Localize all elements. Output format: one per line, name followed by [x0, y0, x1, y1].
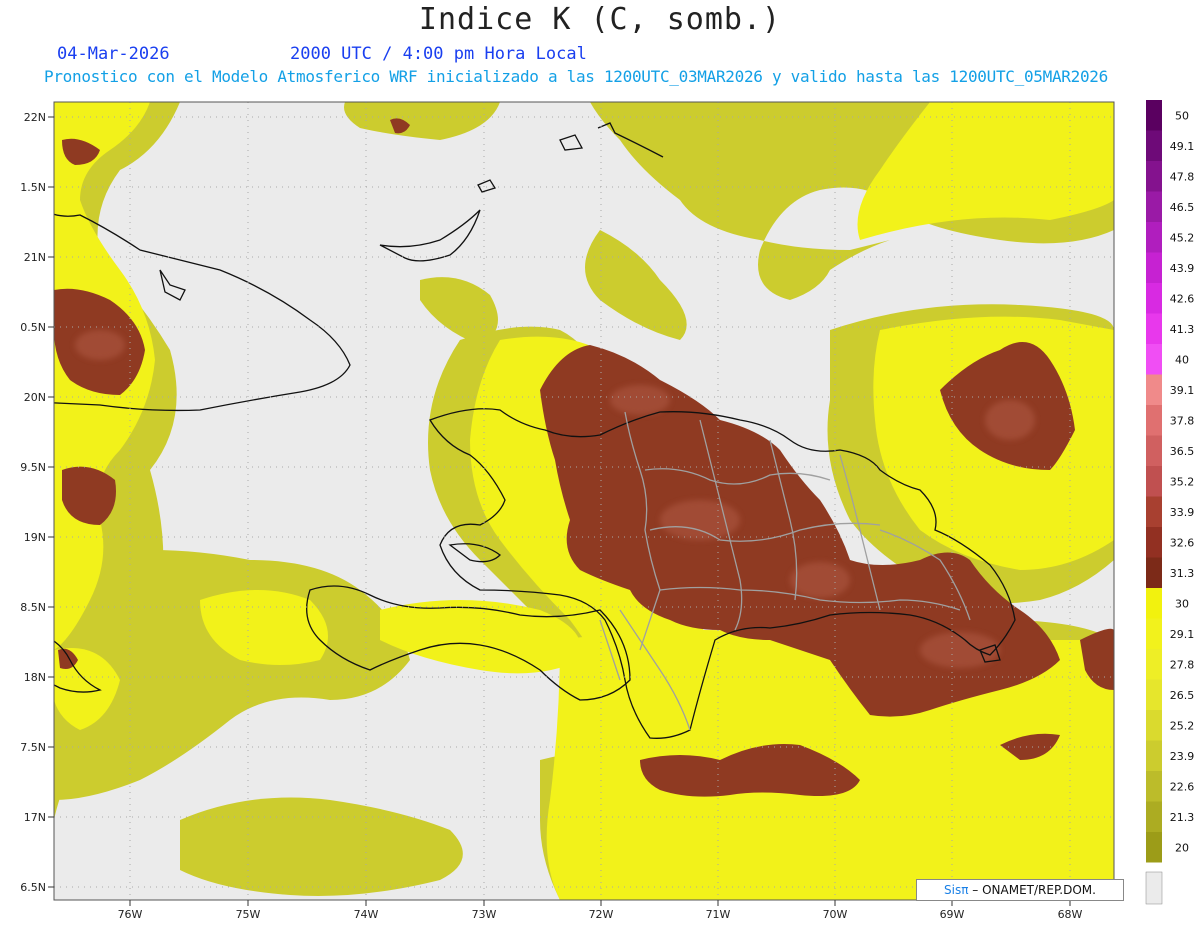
colorbar-label: 31.3 [1170, 567, 1195, 580]
colorbar-label: 26.5 [1170, 689, 1195, 702]
lat-label: 1.5N [20, 181, 46, 194]
colorbar-swatch [1146, 435, 1162, 466]
lat-label: 19N [24, 531, 46, 544]
colorbar-swatch [1146, 649, 1162, 680]
colorbar-swatch [1146, 679, 1162, 710]
colorbar-swatch [1146, 618, 1162, 649]
colorbar-label: 32.6 [1170, 536, 1195, 549]
sispi-logo: Sisπ [944, 883, 969, 897]
colorbar-label: 33.9 [1170, 506, 1195, 519]
lat-label: 7.5N [20, 741, 46, 754]
colorbar-swatch [1146, 801, 1162, 832]
colorbar-label: 43.9 [1170, 262, 1195, 275]
colorbar-swatch [1146, 405, 1162, 436]
colorbar-swatch [1146, 374, 1162, 405]
colorbar-swatch [1146, 740, 1162, 771]
colorbar-swatch [1146, 222, 1162, 253]
lat-label: 6.5N [20, 881, 46, 894]
colorbar-label: 25.2 [1170, 719, 1195, 732]
colorbar-swatch [1146, 252, 1162, 283]
colorbar-label: 49.1 [1170, 140, 1195, 153]
colorbar-swatch [1146, 161, 1162, 192]
colorbar-bottom [1145, 871, 1163, 905]
colorbar-swatch [1146, 466, 1162, 497]
colorbar-label: 22.6 [1170, 780, 1195, 793]
lon-label: 71W [706, 908, 731, 921]
colorbar-label: 40 [1175, 353, 1189, 366]
colorbar-label: 23.9 [1170, 750, 1195, 763]
colorbar [1146, 100, 1162, 863]
colorbar-label: 45.2 [1170, 231, 1195, 244]
lon-label: 73W [472, 908, 497, 921]
colorbar-labels: 50 49.1 47.8 46.5 45.2 43.9 42.6 41.3 40 39.1 37.8… [1170, 109, 1195, 854]
lon-label: 70W [823, 908, 848, 921]
colorbar-label: 29.1 [1170, 628, 1195, 641]
colorbar-label: 27.8 [1170, 658, 1195, 671]
k-index-map: 22N 1.5N 21N 0.5N 20N 9.5N 19N 8.5N 18N … [20, 100, 1195, 921]
colorbar-label: 39.1 [1170, 384, 1195, 397]
colorbar-swatch [1146, 710, 1162, 741]
lon-label: 75W [236, 908, 261, 921]
lat-label: 9.5N [20, 461, 46, 474]
lon-label: 68W [1058, 908, 1083, 921]
colorbar-label: 20 [1175, 841, 1189, 854]
lon-label: 69W [940, 908, 965, 921]
lat-label: 0.5N [20, 321, 46, 334]
colorbar-label: 50 [1175, 109, 1189, 122]
colorbar-swatch [1146, 832, 1162, 863]
colorbar-swatch [1146, 496, 1162, 527]
colorbar-swatch [1146, 588, 1162, 619]
colorbar-label: 36.5 [1170, 445, 1195, 458]
lat-label: 17N [24, 811, 46, 824]
lat-label: 18N [24, 671, 46, 684]
lat-label: 20N [24, 391, 46, 404]
credit-box: Sisπ – ONAMET/REP.DOM. [916, 879, 1124, 901]
lon-label: 74W [354, 908, 379, 921]
colorbar-label: 46.5 [1170, 201, 1195, 214]
lat-ticks [48, 116, 54, 888]
lat-label: 21N [24, 251, 46, 264]
colorbar-swatch [1146, 344, 1162, 375]
lon-labels: 76W 75W 74W 73W 72W 71W 70W 69W 68W [118, 908, 1083, 921]
lat-label: 8.5N [20, 601, 46, 614]
colorbar-swatch [1146, 100, 1162, 131]
lat-labels: 22N 1.5N 21N 0.5N 20N 9.5N 19N 8.5N 18N … [20, 111, 46, 894]
colorbar-swatch [1146, 557, 1162, 588]
colorbar-swatch [1146, 771, 1162, 802]
colorbar-swatch [1146, 527, 1162, 558]
colorbar-label: 30 [1175, 597, 1189, 610]
colorbar-label: 35.2 [1170, 475, 1195, 488]
colorbar-label: 47.8 [1170, 170, 1195, 183]
colorbar-label: 37.8 [1170, 414, 1195, 427]
colorbar-swatch [1146, 283, 1162, 314]
colorbar-label: 41.3 [1170, 323, 1195, 336]
lon-label: 72W [589, 908, 614, 921]
colorbar-swatch [1146, 313, 1162, 344]
colorbar-label: 21.3 [1170, 811, 1195, 824]
colorbar-swatch [1146, 130, 1162, 161]
credit-org: – ONAMET/REP.DOM. [968, 883, 1096, 897]
lat-label: 22N [24, 111, 46, 124]
lon-label: 76W [118, 908, 143, 921]
colorbar-swatch [1146, 191, 1162, 222]
colorbar-label: 42.6 [1170, 292, 1195, 305]
